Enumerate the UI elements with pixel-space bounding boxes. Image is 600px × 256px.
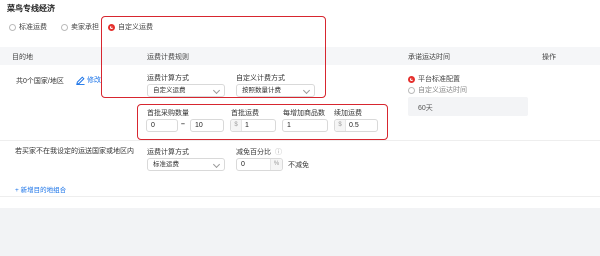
fallback-destination: 若买家不在我设定的运送国家或地区内 [15,147,145,157]
edit-label: 修改 [87,77,101,84]
edit-destination-link[interactable]: 修改 [76,75,101,85]
chevron-down-icon [212,160,221,169]
no-discount-label: 不减免 [288,162,309,169]
input-value: 0 [241,161,245,168]
page-title: 菜鸟专线经济 [7,4,55,13]
percent-suffix: % [270,159,282,170]
radio-label: 卖家承担 [71,24,99,31]
select-value: 标准运费 [153,161,179,168]
radio-platform-standard[interactable]: 平台标准配置 [408,74,460,84]
radio-circle-selected[interactable] [408,75,415,83]
radio-label: 标准运费 [19,24,47,31]
discount-label-text: 减免百分比 [236,149,271,156]
highlight-box-fee-inputs [137,104,388,140]
calc-method-select-2[interactable]: 标准运费 [147,158,225,171]
radio-custom-delivery[interactable]: 自定义运达时间 [408,85,467,95]
radio-standard-freight[interactable]: 标准运费 [9,22,47,32]
discount-input[interactable]: 0 % [236,158,283,171]
discount-label: 减免百分比 ⓘ [236,147,282,157]
radio-seller-pays[interactable]: 卖家承担 [61,22,99,32]
col-actions: 操作 [542,54,556,61]
radio-circle[interactable] [408,86,415,94]
shipping-template-card: 菜鸟专线经济 标准运费 卖家承担 自定义运费 目的地 运费计费规则 承诺运达时间… [0,0,600,208]
col-destination: 目的地 [12,54,33,61]
destination-count: 共0个国家/地区 [16,78,64,85]
radio-circle[interactable] [9,23,16,31]
radio-circle[interactable] [61,23,68,31]
row-divider [0,140,600,141]
info-icon: ⓘ [274,149,282,156]
calc-method-label-2: 运费计算方式 [147,149,189,156]
fallback-destination-text: 若买家不在我设定的运送国家或地区内 [15,148,134,155]
delivery-days: 60天 [418,105,433,112]
col-delivery-time: 承诺运达时间 [408,54,450,61]
row-divider [0,196,600,197]
radio-label: 自定义运达时间 [418,87,467,94]
add-destination-link[interactable]: + 新增目的地组合 [15,184,66,194]
pencil-icon [76,75,85,85]
highlight-box-freight-mode [101,16,326,98]
radio-label: 平台标准配置 [418,76,460,83]
